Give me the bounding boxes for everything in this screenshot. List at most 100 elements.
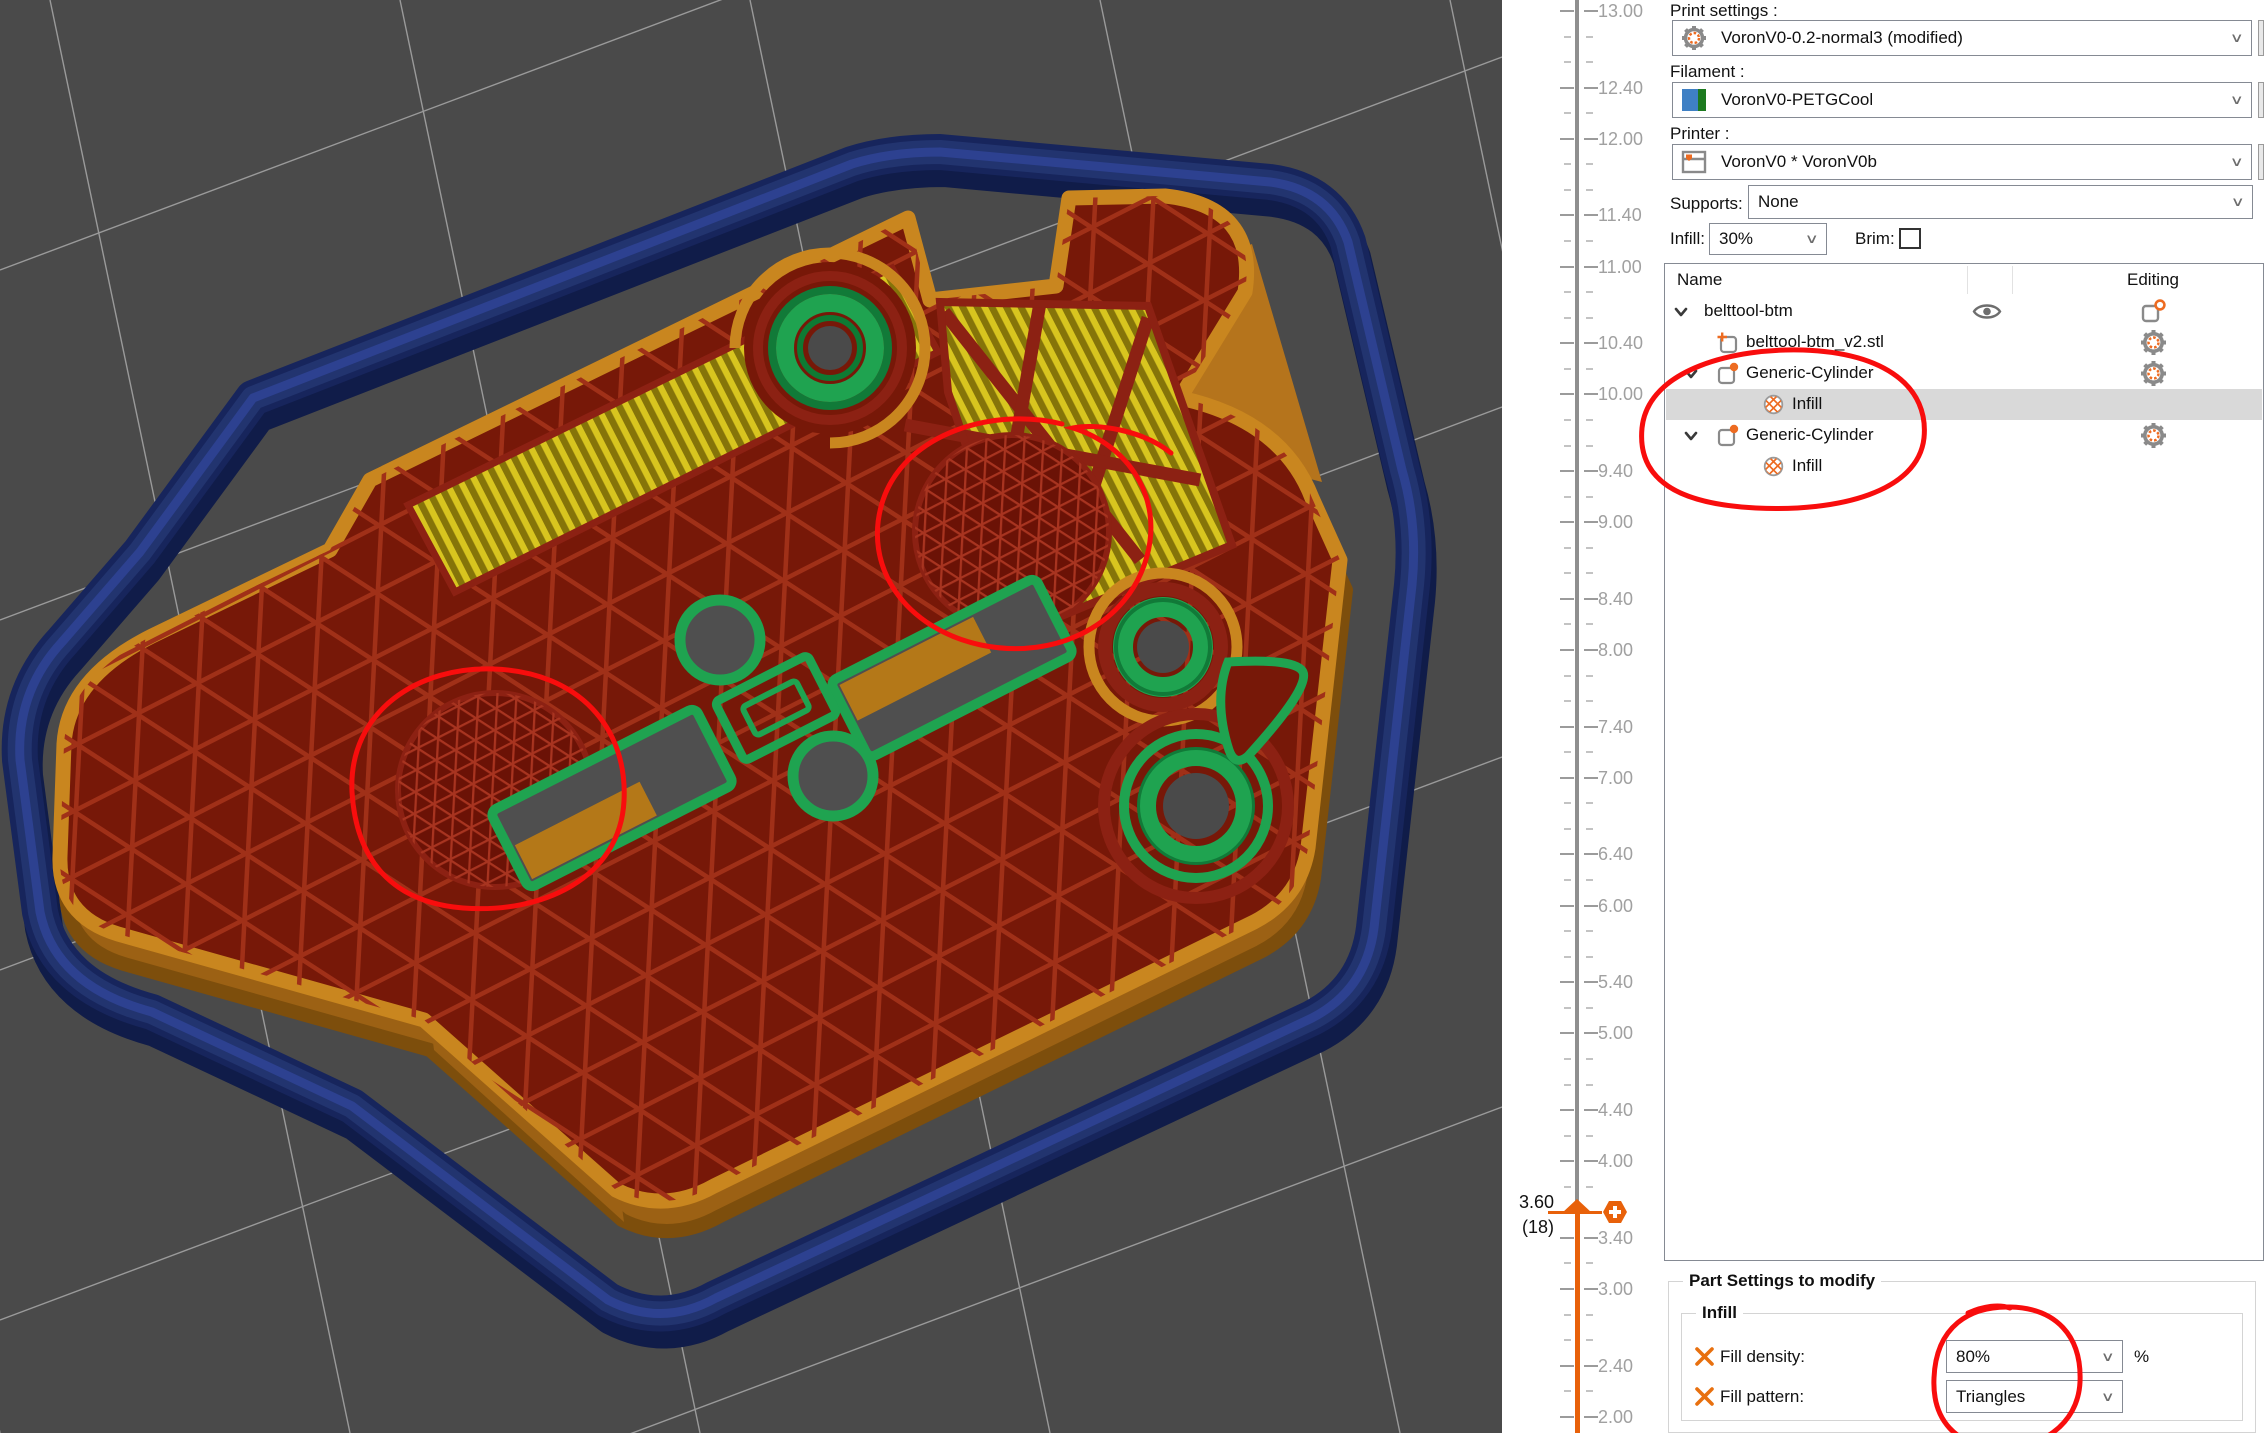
minor-tick — [1586, 623, 1593, 625]
minor-tick — [1564, 930, 1571, 932]
major-tick — [1584, 1365, 1598, 1367]
tree-row-generic-cylinder[interactable]: Generic-Cylinder — [1666, 420, 2262, 451]
minor-tick — [1586, 1262, 1593, 1264]
layer-tick-label: 7.40 — [1598, 717, 1662, 738]
major-tick — [1560, 598, 1574, 600]
print-settings-edit-button[interactable] — [2258, 20, 2264, 56]
chevron-down-icon[interactable] — [1684, 367, 1698, 381]
major-tick — [1584, 87, 1598, 89]
infill-value: 30% — [1710, 229, 1807, 249]
major-tick — [1584, 10, 1598, 12]
major-tick — [1560, 87, 1574, 89]
chevron-down-icon[interactable] — [1684, 429, 1698, 443]
major-tick — [1584, 905, 1598, 907]
layer-slider-track-below-marker[interactable] — [1575, 1212, 1580, 1433]
eye-icon[interactable] — [1972, 301, 2002, 322]
tree-row-label: belttool-btm_v2.stl — [1746, 332, 1884, 352]
minor-tick — [1586, 802, 1593, 804]
column-header-editing[interactable]: Editing — [2093, 270, 2213, 290]
major-tick — [1560, 393, 1574, 395]
major-tick — [1560, 1288, 1574, 1290]
major-tick — [1584, 598, 1598, 600]
major-tick — [1560, 1416, 1574, 1418]
layer-marker-value: 3.60 — [1510, 1192, 1554, 1213]
fill-density-row: Fill density: 80% ∨ % — [1682, 1340, 2242, 1374]
printer-label: Printer : — [1670, 124, 1730, 144]
layer-slider[interactable]: 13.0012.4012.0011.4011.0010.4010.009.409… — [1502, 0, 1664, 1433]
infill-group-title: Infill — [1696, 1303, 1743, 1323]
minor-tick — [1564, 572, 1571, 574]
major-tick — [1584, 726, 1598, 728]
minor-tick — [1564, 317, 1571, 319]
minor-tick — [1586, 828, 1593, 830]
slicer-window: 13.0012.4012.0011.4011.0010.4010.009.409… — [0, 0, 2264, 1433]
minor-tick — [1564, 1135, 1571, 1137]
minor-tick — [1564, 419, 1571, 421]
tree-row-generic-cylinder[interactable]: Generic-Cylinder — [1666, 358, 2262, 389]
filament-combo[interactable]: VoronV0-PETGCool ∨ — [1672, 82, 2252, 118]
printer-edit-button[interactable] — [2258, 144, 2264, 180]
minor-tick — [1564, 496, 1571, 498]
3d-viewport[interactable] — [0, 0, 1502, 1433]
print-settings-combo[interactable]: VoronV0-0.2-normal3 (modified) ∨ — [1672, 20, 2252, 56]
gear-icon[interactable] — [2140, 329, 2167, 356]
gear-icon[interactable] — [2140, 360, 2167, 387]
minor-tick — [1564, 445, 1571, 447]
printer-combo[interactable]: VoronV0 * VoronV0b ∨ — [1672, 144, 2252, 180]
layer-tick-label: 6.40 — [1598, 844, 1662, 865]
minor-tick — [1564, 1084, 1571, 1086]
layer-tick-label: 6.00 — [1598, 896, 1662, 917]
layer-slider-track[interactable] — [1575, 0, 1579, 1212]
minor-tick — [1586, 496, 1593, 498]
minor-tick — [1586, 240, 1593, 242]
major-tick — [1560, 1237, 1574, 1239]
tree-row-belttool-btm-v2-stl[interactable]: belttool-btm_v2.stl — [1666, 327, 2262, 358]
major-tick — [1560, 266, 1574, 268]
gear-icon[interactable] — [2140, 422, 2167, 449]
minor-tick — [1586, 1007, 1593, 1009]
major-tick — [1584, 649, 1598, 651]
minor-tick — [1564, 61, 1571, 63]
major-tick — [1560, 853, 1574, 855]
add-layer-marker-icon[interactable] — [1602, 1199, 1628, 1225]
layer-tick-label: 3.40 — [1598, 1228, 1662, 1249]
major-tick — [1584, 214, 1598, 216]
tree-row-label: Infill — [1792, 456, 1822, 476]
object-settings-icon[interactable] — [2140, 298, 2167, 325]
major-tick — [1584, 1237, 1598, 1239]
layer-tick-label: 3.00 — [1598, 1279, 1662, 1300]
infill-combo[interactable]: 30% ∨ — [1709, 223, 1827, 255]
tree-row-belttool-btm[interactable]: belttool-btm — [1666, 296, 2262, 327]
column-header-name[interactable]: Name — [1677, 270, 1722, 290]
remove-setting-x-icon[interactable] — [1695, 1387, 1714, 1406]
minor-tick — [1564, 828, 1571, 830]
major-tick — [1560, 777, 1574, 779]
major-tick — [1560, 726, 1574, 728]
major-tick — [1560, 214, 1574, 216]
supports-combo[interactable]: None ∨ — [1748, 185, 2253, 219]
minor-tick — [1564, 240, 1571, 242]
minor-tick — [1586, 61, 1593, 63]
fill-density-label: Fill density: — [1720, 1347, 1805, 1367]
fill-pattern-combo[interactable]: Triangles ∨ — [1946, 1380, 2123, 1413]
fill-density-combo[interactable]: 80% ∨ — [1946, 1340, 2123, 1373]
brim-checkbox[interactable] — [1899, 228, 1921, 249]
major-tick — [1560, 905, 1574, 907]
layer-marker-handle[interactable] — [1562, 1199, 1592, 1213]
print-settings-label: Print settings : — [1670, 1, 1778, 21]
minor-tick — [1564, 879, 1571, 881]
fill-density-value: 80% — [1947, 1347, 2103, 1367]
minor-tick — [1586, 572, 1593, 574]
chevron-down-icon: ∨ — [2231, 194, 2245, 210]
filament-edit-button[interactable] — [2258, 82, 2264, 118]
remove-setting-x-icon[interactable] — [1695, 1347, 1714, 1366]
chevron-down-icon[interactable] — [1674, 305, 1688, 319]
tree-row-infill[interactable]: Infill — [1666, 389, 2262, 420]
fill-pattern-value: Triangles — [1947, 1387, 2103, 1407]
minor-tick — [1586, 1135, 1593, 1137]
minor-tick — [1586, 445, 1593, 447]
major-tick — [1584, 1160, 1598, 1162]
major-tick — [1560, 1032, 1574, 1034]
fill-pattern-row: Fill pattern: Triangles ∨ — [1682, 1380, 2242, 1414]
tree-row-infill[interactable]: Infill — [1666, 451, 2262, 482]
